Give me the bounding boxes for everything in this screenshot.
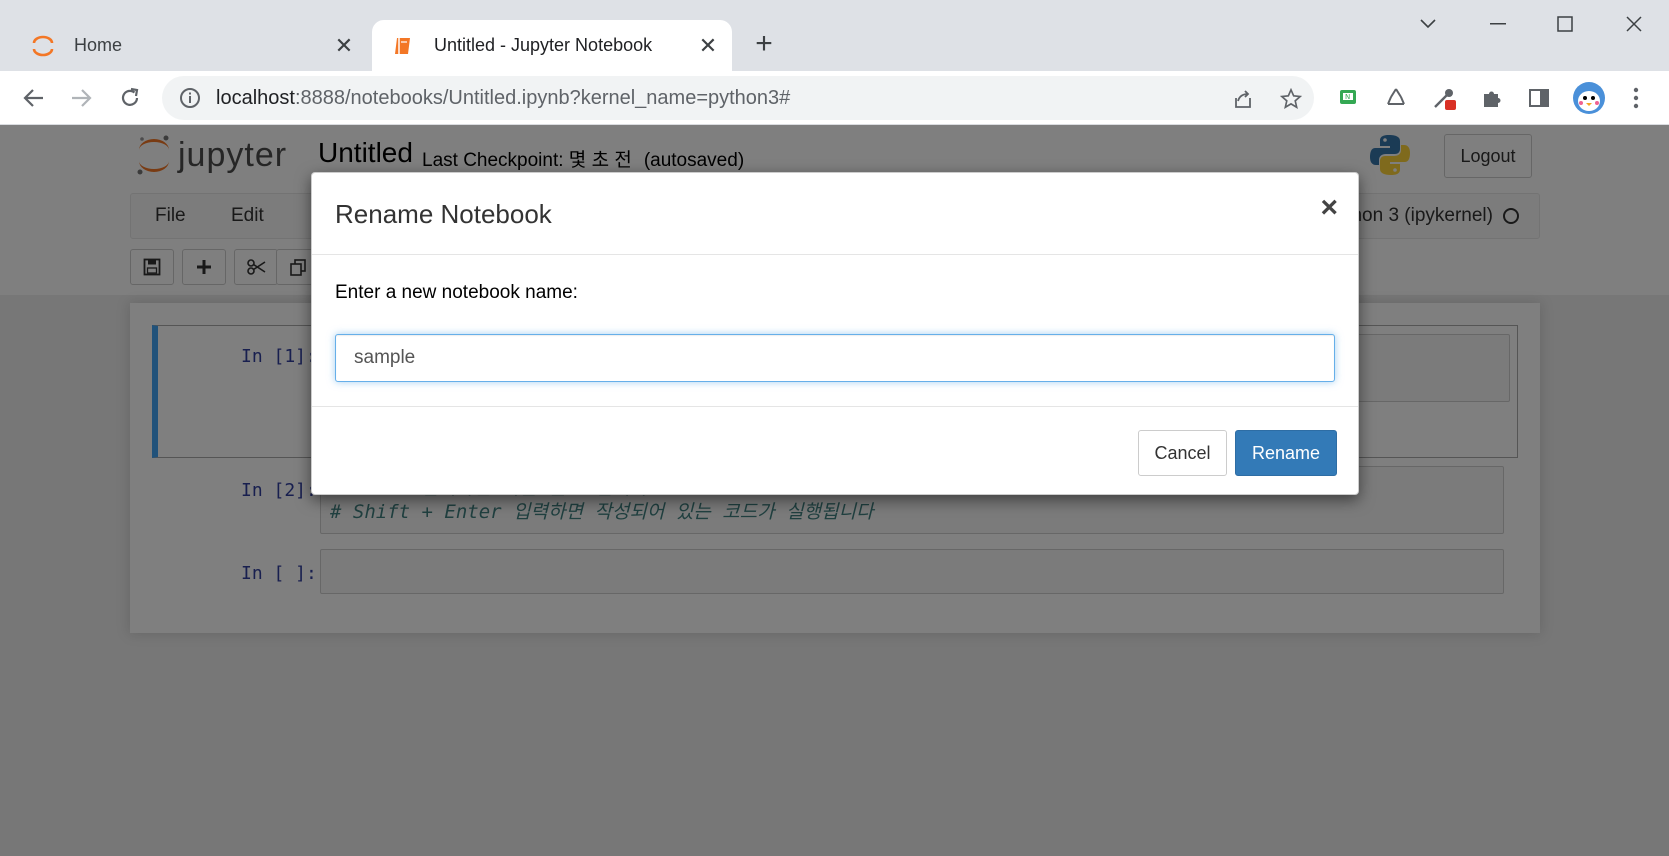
site-info-icon[interactable] (178, 86, 202, 110)
eyedropper-extension-icon[interactable] (1430, 84, 1458, 112)
profile-avatar[interactable] (1572, 81, 1606, 115)
url-host: localhost (216, 86, 295, 109)
rename-notebook-dialog: Rename Notebook × Enter a new notebook n… (311, 172, 1359, 495)
minimize-icon[interactable] (1478, 8, 1518, 40)
tab-title: Home (74, 35, 123, 55)
browser-toolbar: localhost:8888/notebooks/Untitled.ipynb?… (0, 71, 1669, 125)
close-tab-icon[interactable]: ✕ (694, 32, 722, 60)
side-panel-icon[interactable] (1525, 84, 1553, 112)
modal-title: Rename Notebook (335, 199, 552, 229)
tab-untitled-notebook[interactable]: Untitled - Jupyter Notebook ✕ (372, 20, 732, 71)
address-bar[interactable]: localhost:8888/notebooks/Untitled.ipynb?… (162, 76, 1314, 120)
close-tab-icon[interactable]: ✕ (330, 32, 358, 60)
browser-menu-icon[interactable] (1622, 84, 1650, 112)
tab-title: Untitled - Jupyter Notebook (434, 35, 653, 55)
url-path: :8888/notebooks/Untitled.ipynb?kernel_na… (294, 86, 791, 109)
modal-header: Rename Notebook × (312, 173, 1358, 255)
cancel-button[interactable]: Cancel (1138, 430, 1227, 476)
browser-tab-strip: Home ✕ Untitled - Jupyter Notebook ✕ + (0, 0, 1669, 71)
url-text: localhost:8888/notebooks/Untitled.ipynb?… (216, 87, 790, 110)
tab-search-chevron-icon[interactable] (1408, 8, 1448, 40)
modal-footer: Cancel Rename (312, 407, 1358, 496)
forward-arrow-icon[interactable] (63, 80, 99, 116)
new-tab-button[interactable]: + (748, 27, 780, 60)
tab-home[interactable]: Home ✕ (14, 20, 368, 71)
modal-body: Enter a new notebook name: (312, 255, 1358, 407)
maximize-icon[interactable] (1545, 8, 1585, 40)
puzzle-extensions-icon[interactable] (1478, 84, 1506, 112)
rename-button[interactable]: Rename (1235, 430, 1337, 476)
reload-icon[interactable] (112, 80, 148, 116)
extension-green-icon[interactable]: N (1334, 84, 1362, 112)
jupyter-favicon-icon (30, 33, 56, 59)
bookmark-star-icon[interactable] (1278, 86, 1304, 112)
notebook-favicon-icon (390, 33, 416, 59)
close-icon[interactable]: × (1320, 193, 1338, 223)
notebook-name-label: Enter a new notebook name: (335, 282, 578, 303)
recycle-extension-icon[interactable] (1382, 84, 1410, 112)
window-close-icon[interactable] (1614, 8, 1654, 40)
share-icon[interactable] (1230, 86, 1256, 112)
back-arrow-icon[interactable] (16, 80, 52, 116)
svg-text:N: N (1345, 93, 1350, 101)
notebook-name-input[interactable] (335, 334, 1335, 382)
